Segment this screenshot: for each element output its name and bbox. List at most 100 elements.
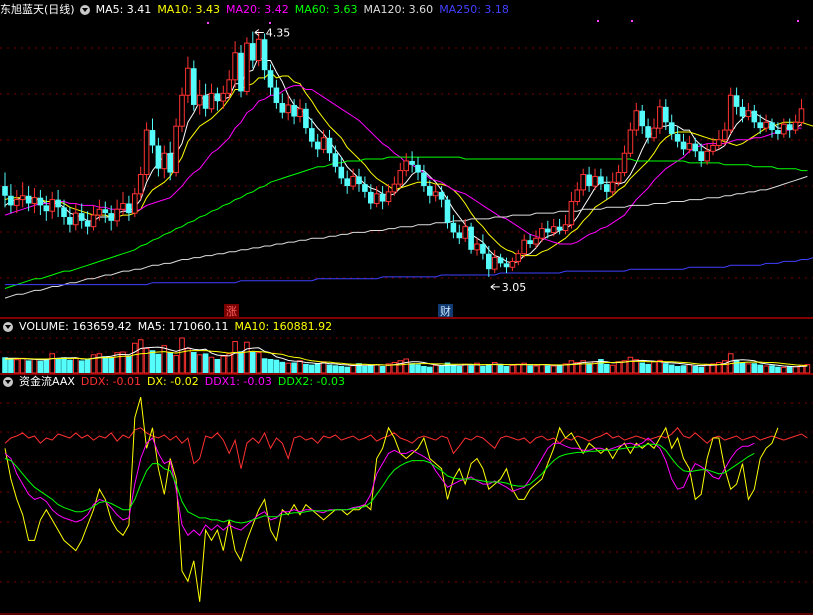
candle[interactable]	[633, 103, 640, 136]
candle[interactable]	[326, 130, 333, 161]
candle[interactable]	[639, 104, 645, 134]
candle[interactable]	[733, 87, 740, 115]
candle[interactable]	[527, 234, 533, 248]
candle[interactable]	[273, 79, 280, 109]
candle[interactable]	[397, 162, 404, 189]
candle[interactable]	[238, 45, 244, 98]
dropdown-icon[interactable]	[79, 5, 90, 15]
candle[interactable]	[90, 205, 97, 231]
candle[interactable]	[521, 234, 528, 258]
candle[interactable]	[745, 103, 752, 121]
candle[interactable]	[680, 133, 687, 156]
candle[interactable]	[474, 238, 480, 256]
candle[interactable]	[674, 126, 681, 148]
candle[interactable]	[297, 99, 303, 123]
candle[interactable]	[14, 189, 20, 214]
candle[interactable]	[751, 104, 758, 129]
candle[interactable]	[226, 70, 232, 100]
candle[interactable]	[303, 103, 309, 134]
candle[interactable]	[344, 170, 350, 194]
candle[interactable]	[250, 31, 256, 69]
candle[interactable]	[167, 141, 173, 181]
candle[interactable]	[415, 157, 421, 181]
candle[interactable]	[332, 145, 339, 173]
candle[interactable]	[191, 60, 197, 111]
candle[interactable]	[285, 95, 291, 121]
candle[interactable]	[727, 87, 734, 134]
candle[interactable]	[185, 56, 191, 104]
candle[interactable]	[792, 114, 799, 134]
candle[interactable]	[232, 41, 238, 88]
candle[interactable]	[692, 137, 699, 158]
candle[interactable]	[149, 118, 156, 154]
candle[interactable]	[798, 99, 805, 127]
candle[interactable]	[61, 199, 67, 225]
candle[interactable]	[114, 199, 120, 227]
candle[interactable]	[368, 184, 374, 210]
candle[interactable]	[704, 143, 710, 165]
candle[interactable]	[132, 188, 138, 217]
candle[interactable]	[586, 166, 592, 192]
candle[interactable]	[31, 188, 38, 214]
candle[interactable]	[739, 99, 746, 123]
candle[interactable]	[515, 249, 522, 266]
candle[interactable]	[43, 195, 50, 221]
candle[interactable]	[244, 37, 250, 96]
candle[interactable]	[598, 168, 604, 190]
candle[interactable]	[645, 118, 651, 144]
candle[interactable]	[314, 133, 321, 158]
candle[interactable]	[651, 118, 657, 142]
candle[interactable]	[37, 189, 44, 216]
candle[interactable]	[208, 83, 215, 113]
candle[interactable]	[615, 164, 622, 187]
candle[interactable]	[196, 79, 203, 115]
candle[interactable]	[427, 180, 433, 204]
candle[interactable]	[438, 186, 445, 208]
candle[interactable]	[486, 245, 492, 277]
candle[interactable]	[580, 168, 587, 196]
volume-bars[interactable]	[2, 337, 811, 374]
candle[interactable]	[267, 64, 274, 96]
candle[interactable]	[621, 145, 628, 177]
candle[interactable]	[279, 93, 286, 119]
candle[interactable]	[432, 184, 439, 202]
candle[interactable]	[2, 172, 8, 208]
candle[interactable]	[468, 222, 474, 254]
candle[interactable]	[291, 99, 297, 125]
candle[interactable]	[126, 195, 132, 221]
candle[interactable]	[8, 184, 14, 214]
candle[interactable]	[668, 114, 675, 140]
candle[interactable]	[55, 189, 61, 217]
candle[interactable]	[409, 151, 415, 173]
candle[interactable]	[155, 137, 162, 177]
candle[interactable]	[456, 224, 463, 245]
candle[interactable]	[261, 33, 268, 80]
candle[interactable]	[78, 203, 85, 229]
cai-marker[interactable]: 财	[440, 304, 451, 318]
candle[interactable]	[786, 118, 793, 138]
candle[interactable]	[568, 191, 575, 229]
candle[interactable]	[657, 99, 663, 134]
candle[interactable]	[497, 253, 504, 268]
candle[interactable]	[320, 130, 327, 154]
dropdown-icon[interactable]	[3, 377, 13, 387]
candle[interactable]	[421, 164, 427, 192]
dropdown-icon[interactable]	[3, 322, 13, 332]
candle[interactable]	[480, 234, 486, 260]
candle[interactable]	[609, 172, 616, 196]
candle[interactable]	[716, 130, 722, 150]
candle[interactable]	[562, 215, 569, 235]
candle[interactable]	[73, 203, 79, 231]
up-marker[interactable]: 涨	[226, 305, 237, 318]
candle[interactable]	[450, 215, 457, 239]
candle[interactable]	[379, 186, 386, 210]
candle[interactable]	[214, 87, 221, 111]
candle[interactable]	[491, 249, 498, 274]
candlestick-series[interactable]	[2, 31, 805, 277]
candle[interactable]	[604, 176, 610, 200]
candle[interactable]	[102, 201, 109, 223]
candle[interactable]	[173, 118, 179, 177]
candle[interactable]	[84, 211, 91, 235]
candle[interactable]	[49, 191, 56, 219]
candle[interactable]	[143, 122, 150, 181]
